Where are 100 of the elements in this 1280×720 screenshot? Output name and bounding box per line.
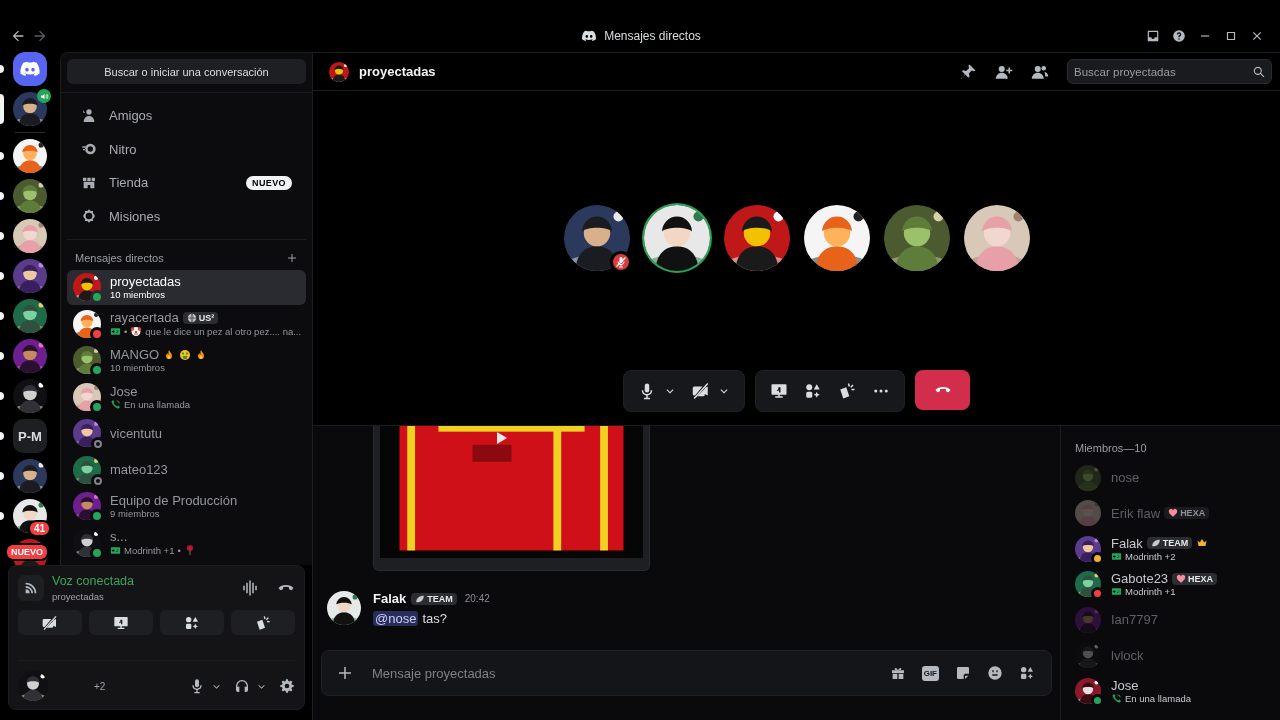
nav-item[interactable]: Tienda NUEVO xyxy=(73,166,300,200)
status-text: 10 miembros xyxy=(110,289,165,301)
new-badge: NUEVO xyxy=(246,175,292,190)
window-title: Mensajes directos xyxy=(604,29,701,43)
hang-up-button[interactable] xyxy=(915,370,970,410)
status-text: 9 miembros xyxy=(110,508,160,520)
timestamp: 20:42 xyxy=(464,593,490,604)
soundboard-icon xyxy=(255,614,271,631)
status-text: 10 miembros xyxy=(110,362,165,374)
connection-status: Voz conectada xyxy=(52,574,135,588)
apps-icon[interactable] xyxy=(1019,665,1035,681)
clown-icon xyxy=(130,325,143,338)
member-item[interactable]: Gabote23 HEXA Modrinth +1 xyxy=(1075,566,1272,602)
friends-icon xyxy=(81,107,97,124)
nav-item[interactable]: Nitro xyxy=(73,132,300,166)
dm-item[interactable]: rayacertada US² • que le dice un pez al otro pez.... na... xyxy=(67,306,306,341)
author-name[interactable]: Falak xyxy=(373,591,407,606)
nav-item[interactable]: Amigos xyxy=(73,99,300,133)
discord-icon xyxy=(581,28,598,44)
muted-mic-icon xyxy=(614,256,627,268)
notification-badge: NUEVO xyxy=(5,543,49,561)
gamepad-icon xyxy=(110,544,121,556)
home-button[interactable] xyxy=(13,52,47,86)
dm-item[interactable]: mateo123 xyxy=(67,452,306,487)
status-text: Modrinth +2 xyxy=(1125,550,1176,562)
server-tag: TEAM xyxy=(1146,537,1193,550)
activities-icon[interactable] xyxy=(804,382,822,400)
activities-icon xyxy=(184,614,200,631)
status-text: que le dice un pez al otro pez.... na... xyxy=(145,325,302,337)
status-text: +2 xyxy=(93,680,107,692)
screen-share-icon[interactable] xyxy=(770,382,788,400)
dm-item[interactable]: Equipo de Producción 9 miembros xyxy=(67,489,306,524)
channel-title: proyectadas xyxy=(359,64,436,79)
back-icon[interactable] xyxy=(10,28,26,44)
heart-icon xyxy=(1176,573,1187,584)
search-field[interactable]: Buscar proyectadas xyxy=(1067,59,1272,84)
server-tag: HEXA xyxy=(1164,507,1210,520)
status-text: • xyxy=(177,544,181,556)
channel-name: proyectadas xyxy=(52,591,105,602)
status-text: En una llamada xyxy=(1125,692,1192,704)
maximize-icon[interactable] xyxy=(1224,29,1238,43)
camera-off-button[interactable] xyxy=(18,610,82,635)
server-tag: TEAM xyxy=(411,592,457,605)
message-composer[interactable]: Mensaje proyectadas GIF xyxy=(321,650,1052,696)
message-field[interactable]: Mensaje proyectadas xyxy=(370,664,874,682)
gif-button[interactable]: GIF xyxy=(921,665,939,681)
search-button[interactable]: Buscar o iniciar una conversación xyxy=(67,59,306,84)
search-icon xyxy=(1252,64,1266,79)
phone-icon xyxy=(110,398,121,410)
section-heading: Mensajes directos xyxy=(75,252,164,264)
connection-icon[interactable] xyxy=(18,575,44,601)
gamepad-icon xyxy=(110,325,121,337)
activities-button[interactable] xyxy=(160,610,224,635)
leaf-icon xyxy=(415,593,426,604)
forward-icon[interactable] xyxy=(32,28,48,44)
pin-icon[interactable] xyxy=(959,62,977,81)
member-item[interactable]: Falak TEAM Modrinth +2 xyxy=(1075,531,1272,567)
camera-off-icon xyxy=(42,614,58,631)
gift-icon[interactable] xyxy=(889,665,906,681)
camera-off-icon[interactable] xyxy=(692,382,710,400)
inbox-icon[interactable] xyxy=(1146,29,1160,43)
soundboard-button[interactable] xyxy=(231,610,295,635)
gamepad-icon xyxy=(1111,586,1122,598)
heart-icon xyxy=(1168,508,1179,519)
globe-icon xyxy=(186,312,197,323)
close-icon[interactable] xyxy=(1250,29,1264,43)
dm-item[interactable]: proyectadas 10 miembros xyxy=(67,270,306,305)
sticker-icon[interactable] xyxy=(955,665,971,681)
server-tag: HEXA xyxy=(1172,572,1218,585)
status-text: En una llamada xyxy=(124,398,191,410)
gamepad-icon xyxy=(1111,550,1122,562)
mic-icon[interactable] xyxy=(189,678,205,694)
money-face-icon xyxy=(179,348,192,361)
plus-icon[interactable] xyxy=(336,664,354,682)
member-item[interactable]: Erik flaw HEXA xyxy=(1075,495,1272,531)
dm-item[interactable]: vicentutu xyxy=(67,416,306,451)
dm-item[interactable]: MANGO 10 miembros xyxy=(67,343,306,378)
section-heading: Miembros—10 xyxy=(1075,442,1148,454)
screen-button[interactable] xyxy=(89,610,153,635)
message-text: tas? xyxy=(422,611,447,626)
server-tag: US² xyxy=(182,311,219,324)
headphones-icon[interactable] xyxy=(234,678,250,694)
status-text: Modrinth +1 xyxy=(1125,586,1176,598)
member-item[interactable]: Jose En una llamada xyxy=(1075,673,1272,709)
leaf-icon xyxy=(1150,538,1161,549)
mention-link[interactable]: @nose xyxy=(373,611,419,626)
status-text: • xyxy=(124,325,128,337)
soundboard-icon[interactable] xyxy=(838,382,856,400)
emoji-icon[interactable] xyxy=(987,665,1003,681)
plus-icon[interactable] xyxy=(286,252,298,264)
phone-icon xyxy=(1111,692,1122,704)
notification-badge: 41 xyxy=(27,520,51,537)
dm-item[interactable]: Jose En una llamada xyxy=(67,379,306,414)
screen-share-icon xyxy=(113,614,129,631)
settings-icon[interactable] xyxy=(279,678,295,694)
waveform-icon[interactable] xyxy=(241,579,259,597)
nav-item[interactable]: Misiones xyxy=(73,199,300,233)
server-icon[interactable]: P-M xyxy=(13,419,47,453)
help-icon[interactable] xyxy=(1172,29,1186,43)
status-text: Modrinth +1 xyxy=(124,544,175,556)
